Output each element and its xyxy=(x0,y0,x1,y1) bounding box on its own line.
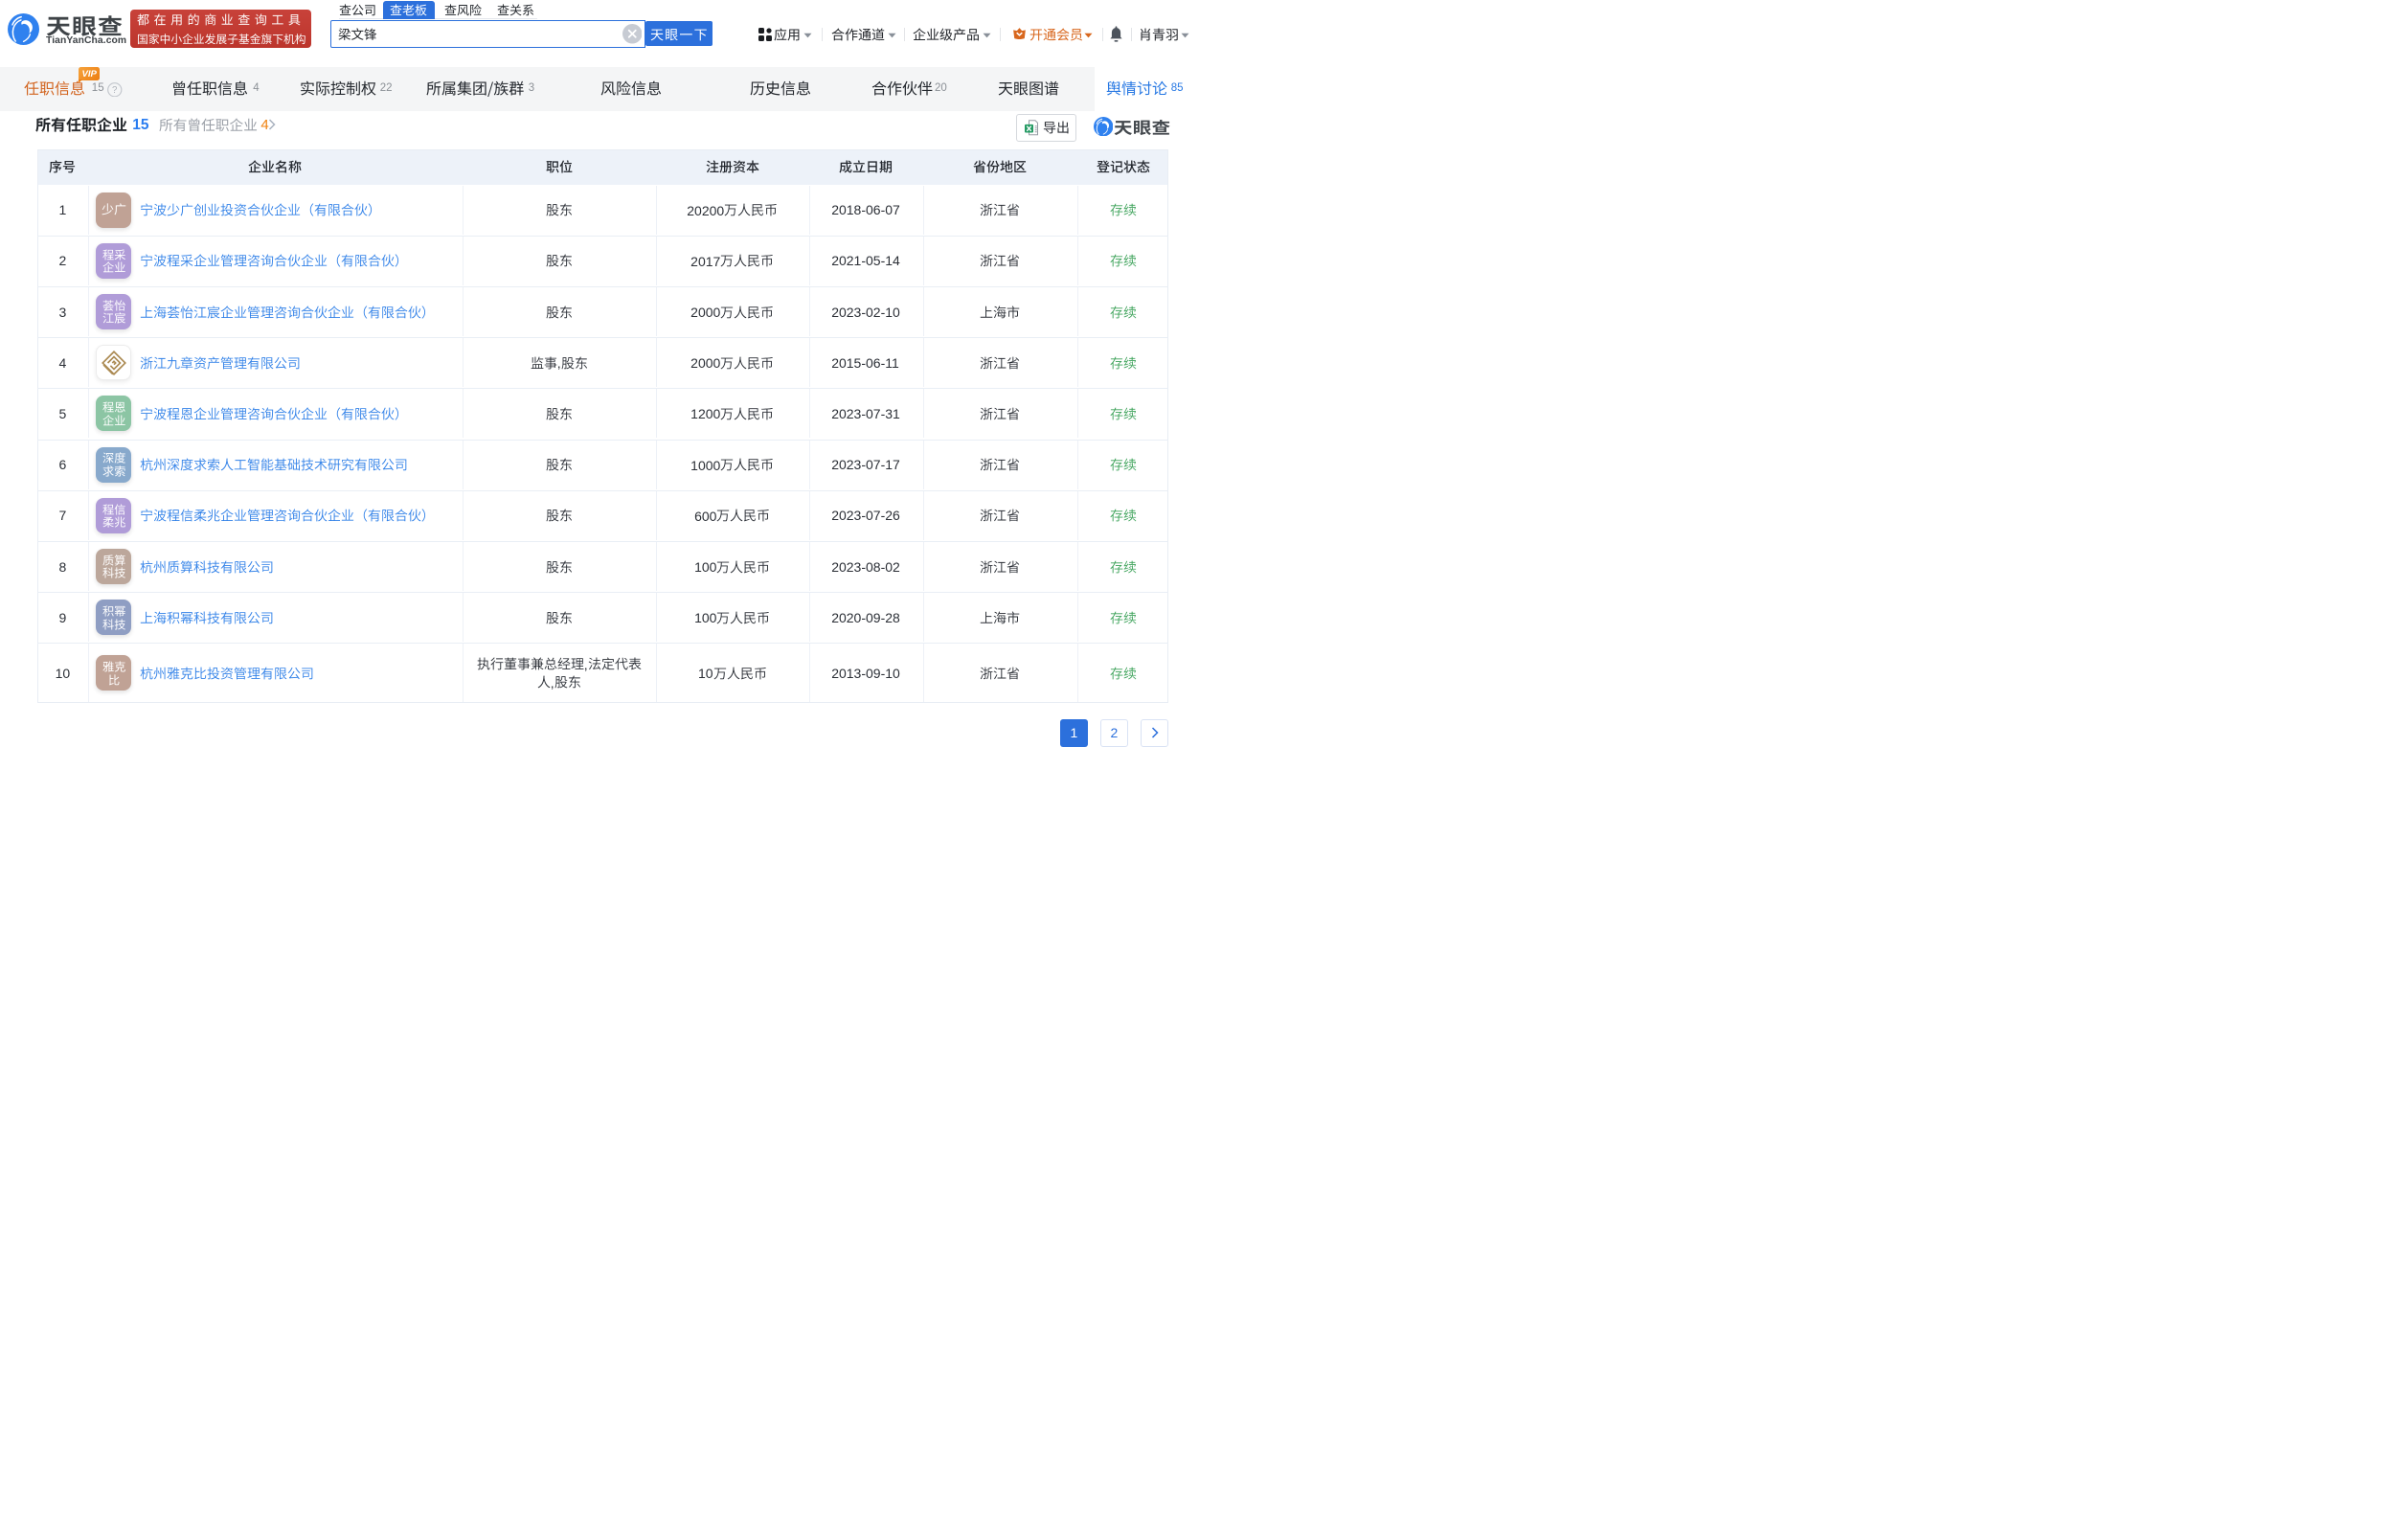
svg-text:?: ? xyxy=(112,85,118,96)
